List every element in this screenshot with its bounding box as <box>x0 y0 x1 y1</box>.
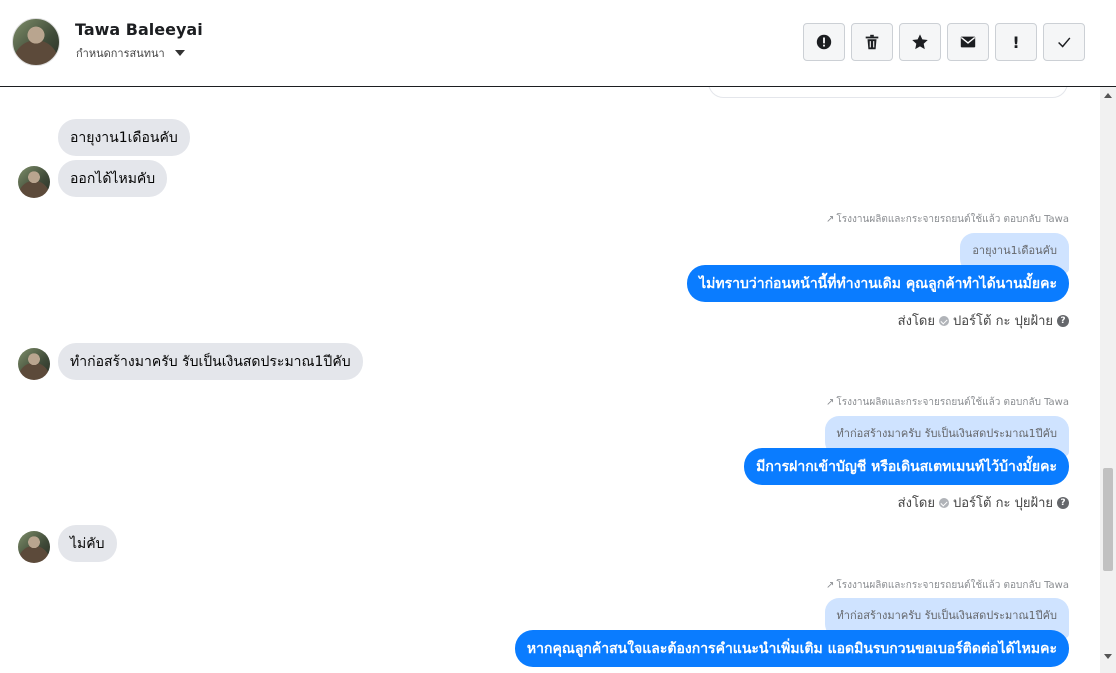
scrollbar-thumb[interactable] <box>1103 468 1113 571</box>
sent-by-label: ส่งโดย <box>897 314 935 329</box>
verified-check-icon <box>939 497 949 508</box>
delete-button[interactable] <box>851 23 893 61</box>
scroll-down-arrow-icon[interactable] <box>1104 654 1112 659</box>
reply-context-text: โรงงานผลิตและกระจายรถยนต์ใช้แล้ว ตอบกลับ… <box>836 214 1069 225</box>
sent-by-name: ปอร์โต้ กะ ปุยฝ้าย <box>953 496 1053 511</box>
thread-scrollbar[interactable] <box>1100 87 1116 673</box>
mark-unread-button[interactable] <box>947 23 989 61</box>
alert-circle-icon <box>816 34 832 50</box>
incoming-message[interactable]: อายุงาน1เดือนคับ <box>58 119 190 156</box>
incoming-message[interactable]: ทำก่อสร้างมาครับ รับเป็นเงินสดประมาณ1ปีค… <box>58 343 363 380</box>
conversation-header: Tawa Baleeyai กำหนดการสนทนา ! <box>0 0 1116 87</box>
message-thread[interactable]: อายุงาน1เดือนคับ ออกได้ไหมคับ ↗ โรงงานผลิ… <box>0 87 1100 673</box>
reply-arrow-icon: ↗ <box>825 214 835 225</box>
envelope-icon <box>960 36 976 48</box>
outgoing-message[interactable]: มีการฝากเข้าบัญชี หรือเดินสเตทเมนท์ไว้บ้… <box>744 448 1069 485</box>
done-button[interactable] <box>1043 23 1085 61</box>
reply-arrow-icon: ↗ <box>825 397 835 408</box>
help-icon[interactable]: ? <box>1057 496 1069 509</box>
conversation-settings-label: กำหนดการสนทนา <box>76 47 165 60</box>
outgoing-message[interactable]: หากคุณลูกค้าสนใจและต้องการคำแนะนำเพิ่มเต… <box>514 630 1069 667</box>
priority-button[interactable]: ! <box>995 23 1037 61</box>
report-button[interactable] <box>803 23 845 61</box>
caret-down-icon <box>174 50 185 56</box>
contact-avatar[interactable] <box>12 18 60 66</box>
messenger-inbox: Tawa Baleeyai กำหนดการสนทนา ! อายุงาน1เด… <box>0 0 1116 673</box>
exclamation-icon: ! <box>1012 32 1020 52</box>
reply-context-text: โรงงานผลิตและกระจายรถยนต์ใช้แล้ว ตอบกลับ… <box>836 580 1069 591</box>
sent-by-name: ปอร์โต้ กะ ปุยฝ้าย <box>953 314 1053 329</box>
sent-by-info: ส่งโดย ปอร์โต้ กะ ปุยฝ้าย ? <box>898 310 1069 331</box>
conversation-settings-dropdown[interactable]: กำหนดการสนทนา <box>76 44 185 62</box>
sent-by-label: ส่งโดย <box>897 496 935 511</box>
reply-context: ↗ โรงงานผลิตและกระจายรถยนต์ใช้แล้ว ตอบกลั… <box>826 212 1069 227</box>
contact-avatar-small[interactable] <box>18 166 50 198</box>
reply-context: ↗ โรงงานผลิตและกระจายรถยนต์ใช้แล้ว ตอบกลั… <box>826 395 1069 410</box>
incoming-message[interactable]: ออกได้ไหมคับ <box>58 160 168 197</box>
outgoing-message[interactable]: ไม่ทราบว่าก่อนหน้านี้ที่ทำงานเดิม คุณลูก… <box>687 265 1069 302</box>
star-button[interactable] <box>899 23 941 61</box>
contact-avatar-small[interactable] <box>18 531 50 563</box>
conversation-toolbar: ! <box>803 23 1085 61</box>
previous-message-fragment <box>708 87 1068 98</box>
contact-avatar-small[interactable] <box>18 348 50 380</box>
sent-by-info: ส่งโดย ปอร์โต้ กะ ปุยฝ้าย ? <box>898 492 1069 513</box>
reply-context-text: โรงงานผลิตและกระจายรถยนต์ใช้แล้ว ตอบกลับ… <box>836 397 1069 408</box>
scroll-up-arrow-icon[interactable] <box>1104 93 1112 98</box>
trash-icon <box>865 34 879 50</box>
contact-name[interactable]: Tawa Baleeyai <box>75 20 203 39</box>
verified-check-icon <box>939 315 949 326</box>
star-icon <box>912 34 928 50</box>
help-icon[interactable]: ? <box>1057 314 1069 327</box>
check-icon <box>1058 37 1071 48</box>
reply-context: ↗ โรงงานผลิตและกระจายรถยนต์ใช้แล้ว ตอบกลั… <box>826 578 1069 593</box>
incoming-message[interactable]: ไม่คับ <box>58 525 117 562</box>
reply-arrow-icon: ↗ <box>825 580 835 591</box>
